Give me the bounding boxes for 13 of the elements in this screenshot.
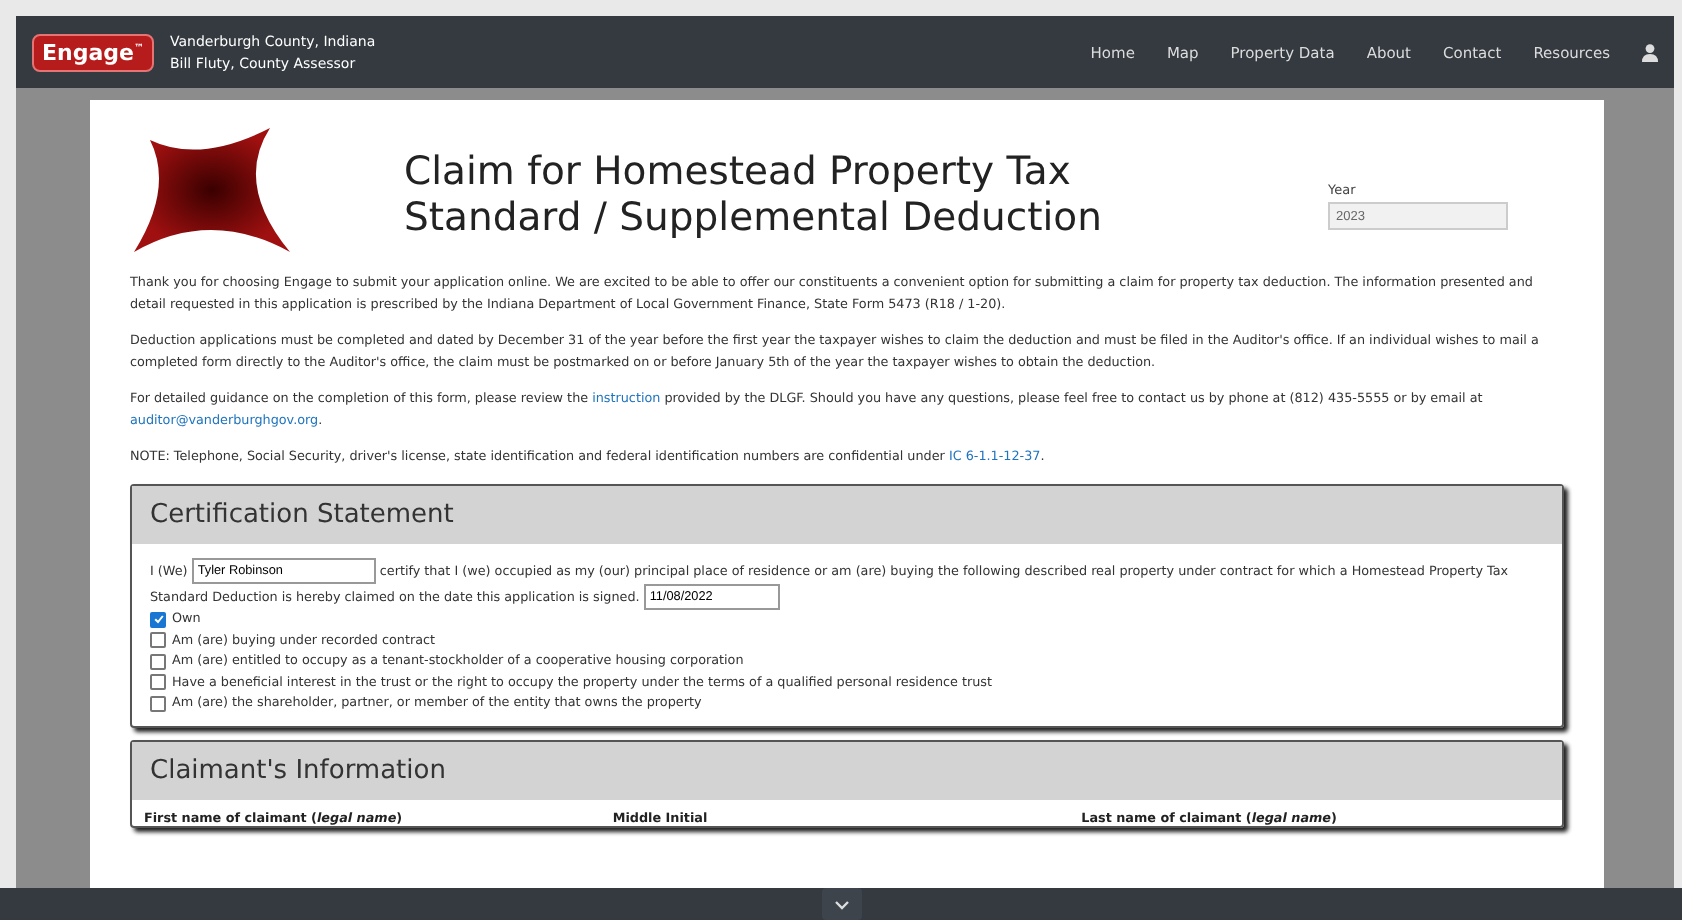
chevron-down-icon — [833, 899, 849, 909]
page-title: Claim for Homestead Property Tax Standard / Supplemental Deduction — [404, 148, 1104, 240]
logo[interactable]: Engage$^{™}$ — [32, 33, 154, 71]
checkbox[interactable] — [150, 611, 166, 628]
checkbox[interactable] — [150, 695, 166, 712]
user-icon[interactable] — [1642, 43, 1658, 61]
section-heading: Certification Statement — [132, 485, 1562, 543]
checkbox[interactable] — [150, 632, 166, 649]
star-logo-icon — [130, 128, 294, 252]
expand-button[interactable] — [821, 888, 861, 920]
checkbox[interactable] — [150, 653, 166, 670]
checkbox[interactable] — [150, 674, 166, 691]
section-heading: Claimant's Information — [132, 742, 1562, 800]
